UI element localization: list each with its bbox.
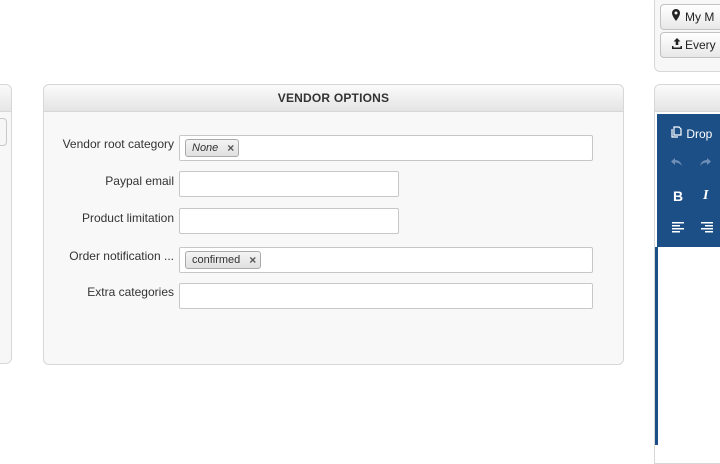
redo-icon[interactable]	[699, 156, 711, 170]
map-marker-icon	[671, 5, 685, 29]
field-label: Order notification ...	[69, 249, 174, 263]
field-label: Paypal email	[105, 174, 174, 188]
vendor-root-category-input[interactable]: None ×	[179, 135, 593, 161]
editor-panel-header	[655, 85, 720, 112]
field-label: Extra categories	[87, 285, 174, 299]
panel-title: VENDOR OPTIONS	[44, 85, 623, 112]
extra-categories-input[interactable]	[179, 283, 593, 309]
order-notification-input[interactable]: confirmed ×	[179, 247, 593, 273]
italic-button[interactable]: I	[703, 188, 708, 204]
selected-tag: None ×	[185, 139, 240, 157]
editor-left-border	[655, 247, 658, 445]
upload-icon	[671, 33, 685, 57]
left-panel-button[interactable]	[0, 118, 7, 146]
bold-button[interactable]: B	[673, 188, 683, 204]
vendor-options-panel: VENDOR OPTIONS Vendor root category None…	[43, 84, 624, 365]
tag-label: confirmed	[192, 254, 241, 266]
tag-label: None	[192, 142, 219, 154]
button-label: Every	[685, 38, 716, 52]
left-panel-header	[0, 85, 11, 112]
paypal-email-input[interactable]	[179, 171, 399, 197]
selected-tag: confirmed ×	[185, 251, 262, 269]
left-panel	[0, 84, 12, 364]
field-label: Product limitation	[81, 211, 174, 225]
dropdown-label: Drop	[686, 127, 713, 141]
undo-icon[interactable]	[671, 156, 683, 170]
field-label: Vendor root category	[62, 137, 174, 151]
product-limitation-input[interactable]	[179, 208, 399, 234]
copy-icon	[671, 126, 686, 141]
dropdown-button[interactable]: Drop	[671, 126, 712, 141]
button-label: My M	[685, 10, 715, 24]
align-right-icon[interactable]	[701, 222, 713, 236]
remove-tag-icon[interactable]: ×	[249, 252, 256, 268]
everyone-button[interactable]: Every	[660, 32, 720, 58]
align-left-icon[interactable]	[672, 222, 684, 236]
remove-tag-icon[interactable]: ×	[227, 140, 234, 156]
editor-toolbar: Drop B I	[657, 114, 720, 247]
my-map-button[interactable]: My M	[660, 4, 720, 30]
